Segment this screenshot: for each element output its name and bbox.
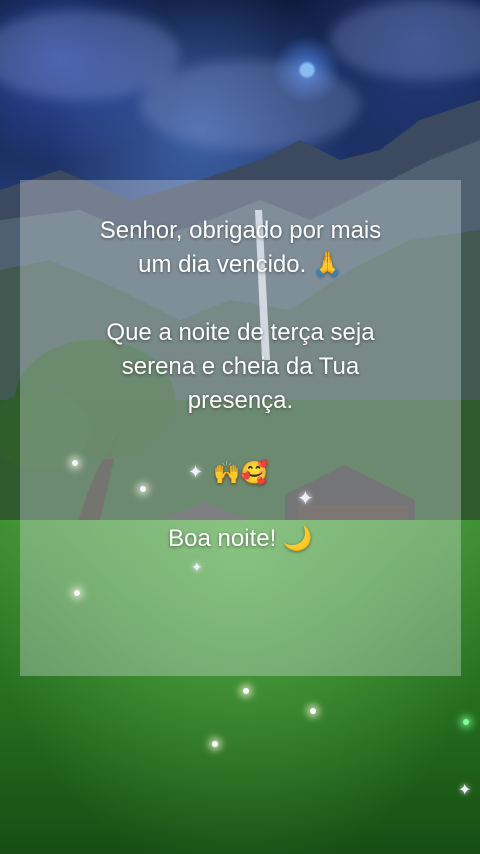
- message-line: Que a noite de terça seja: [106, 319, 375, 346]
- emoji-line: 🙌🥰: [213, 460, 268, 485]
- message-card: Senhor, obrigado por mais um dia vencido…: [20, 180, 461, 676]
- firefly: [212, 741, 218, 747]
- message-line: serena e cheia da Tua: [121, 353, 360, 380]
- message-line: Senhor, obrigado por mais: [99, 217, 382, 244]
- wish-paragraph: Que a noite de terça seja serena e cheia…: [20, 316, 461, 418]
- message-line: presença.: [187, 387, 294, 414]
- firefly: [243, 688, 249, 694]
- firefly: [310, 708, 316, 714]
- sparkle-icon: ✦: [458, 780, 472, 799]
- message-line: um dia vencido. 🙏: [138, 251, 343, 278]
- good-night-text: Boa noite! 🌙: [168, 525, 313, 552]
- greeting-paragraph: Senhor, obrigado por mais um dia vencido…: [20, 214, 461, 282]
- firefly: [463, 719, 469, 725]
